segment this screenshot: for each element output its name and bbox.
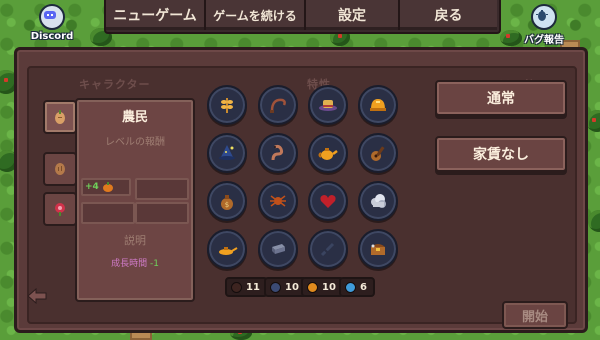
discord-button[interactable]: Discord	[22, 4, 82, 42]
perk-ingot[interactable]	[258, 229, 298, 269]
reward-slot-empty	[135, 178, 189, 200]
pumpkin-icon	[102, 182, 113, 192]
perk-chest[interactable]	[358, 229, 398, 269]
mode-normal-button[interactable]: 通常	[435, 80, 567, 116]
reward-slot: +4	[81, 178, 131, 196]
description-value: -1	[149, 259, 159, 269]
lute-icon	[371, 146, 385, 161]
level-reward-label: レベルの報酬	[105, 137, 165, 148]
cloud-icon	[371, 194, 386, 208]
currency-value: 11	[246, 281, 260, 293]
perk-genie-lamp[interactable]	[207, 229, 247, 269]
perk-lute[interactable]	[358, 133, 398, 173]
new-game-button[interactable]: ニューゲーム	[106, 0, 206, 30]
character-name: 農民	[121, 110, 148, 125]
currency-icon	[270, 281, 281, 293]
worm-icon	[271, 144, 284, 161]
currency-counter: 6	[339, 277, 375, 297]
spider-icon	[270, 195, 286, 207]
berry-decoration	[592, 118, 596, 122]
currency-value: 10	[285, 281, 299, 293]
genie-lamp-icon	[219, 247, 238, 255]
perk-spider[interactable]	[258, 181, 298, 221]
currency-value: 10	[322, 281, 336, 293]
back-arrow-icon[interactable]	[28, 288, 48, 304]
berry-decoration	[4, 78, 8, 82]
money-bag-icon: $	[221, 195, 233, 210]
perk-worm[interactable]	[258, 133, 298, 173]
ingot-icon	[272, 244, 285, 254]
sword-icon	[320, 242, 335, 257]
whip-icon	[270, 98, 286, 113]
currency-value: 6	[360, 281, 367, 293]
mode-no-rent-button[interactable]: 家賃なし	[435, 136, 567, 172]
currency-icon	[307, 281, 318, 293]
currency-counter: 10	[301, 277, 344, 297]
perk-wheat[interactable]	[207, 85, 247, 125]
berry-decoration	[338, 34, 342, 38]
teapot-icon	[318, 148, 338, 160]
perk-helmet[interactable]	[358, 85, 398, 125]
start-button[interactable]: 開始	[502, 301, 568, 329]
farmer-tab-icon	[55, 110, 65, 124]
seed-tab-icon	[55, 163, 65, 175]
description-text: 成長時間 -1	[77, 256, 193, 269]
helmet-icon	[370, 99, 386, 111]
hat-icon	[319, 100, 337, 111]
wheat-icon	[221, 98, 233, 113]
perk-sword[interactable]	[308, 229, 348, 269]
continue-game-button[interactable]: ゲームを続ける	[206, 0, 306, 30]
flower-tab-icon	[55, 203, 65, 216]
svg-text:$: $	[225, 201, 229, 209]
reward-value: +4	[85, 182, 99, 192]
perk-heart[interactable]	[308, 181, 348, 221]
currency-icon	[345, 281, 356, 293]
wizard-hat-icon	[219, 145, 235, 160]
character-card: 農民 レベルの報酬 +4 説明 成長時間 -1	[75, 98, 195, 302]
heart-icon	[320, 195, 336, 208]
discord-label: Discord	[30, 31, 74, 42]
currency-icon	[231, 281, 242, 293]
description-label: 説明	[124, 234, 146, 247]
currency-counter: 11	[225, 277, 268, 297]
character-tab-farmer[interactable]	[43, 100, 77, 134]
berry-decoration	[506, 34, 510, 38]
top-menu-bar: ニューゲーム ゲームを続ける 設定 戻る	[104, 0, 501, 34]
character-section-label: キャラクター	[79, 78, 151, 91]
perk-whip[interactable]	[258, 85, 298, 125]
character-tab-seed[interactable]	[43, 152, 77, 186]
perk-wizard-hat[interactable]	[207, 133, 247, 173]
bug-report-icon	[531, 4, 557, 30]
bug-report-button[interactable]: バグ報告	[514, 4, 574, 46]
perk-money-bag[interactable]: $	[207, 181, 247, 221]
reward-slot-empty	[81, 202, 135, 224]
chest-icon	[371, 244, 385, 255]
reward-slot-empty	[135, 202, 189, 224]
perk-hat[interactable]	[308, 85, 348, 125]
settings-button[interactable]: 設定	[306, 0, 400, 30]
discord-icon	[39, 4, 65, 30]
perk-teapot[interactable]	[308, 133, 348, 173]
character-tab-flower[interactable]	[43, 192, 77, 226]
back-button[interactable]: 戻る	[400, 0, 497, 30]
perk-cloud[interactable]	[358, 181, 398, 221]
bug-report-label: バグ報告	[524, 35, 564, 46]
description-stat: 成長時間	[111, 259, 148, 269]
